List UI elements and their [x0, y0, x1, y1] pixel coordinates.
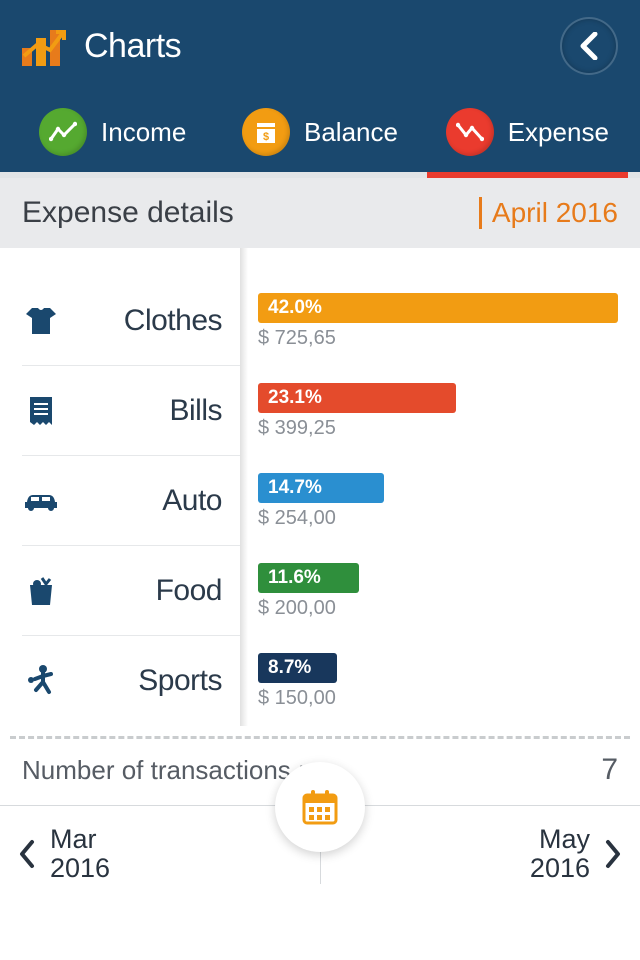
subheader: Expense details April 2016	[0, 178, 640, 248]
chevron-left-icon	[579, 32, 599, 60]
amount: $ 254,00	[258, 507, 618, 530]
tab-label: Expense	[508, 117, 609, 148]
expense-icon	[446, 108, 494, 156]
list-item[interactable]: Sports 8.7% $ 150,00	[0, 636, 640, 726]
income-icon	[39, 108, 87, 156]
chevron-left-icon	[18, 839, 36, 869]
tab-label: Balance	[304, 117, 398, 148]
list-item[interactable]: Food 11.6% $ 200,00	[0, 546, 640, 636]
tab-balance[interactable]: $ Balance	[219, 92, 420, 172]
category-name: Sports	[138, 664, 222, 698]
chevron-right-icon	[604, 839, 622, 869]
back-button[interactable]	[560, 17, 618, 75]
prev-month: Mar	[50, 825, 110, 853]
shirt-icon	[22, 306, 60, 336]
svg-text:$: $	[263, 131, 269, 143]
category-name: Clothes	[124, 304, 222, 338]
next-month: May	[530, 825, 590, 853]
next-year: 2016	[530, 854, 590, 882]
next-month-button[interactable]: May 2016	[321, 825, 623, 882]
month-nav: Mar 2016 May 2016	[0, 805, 640, 901]
category-name: Auto	[162, 484, 222, 518]
bar: 11.6%	[258, 563, 359, 593]
header: Charts	[0, 0, 640, 92]
transactions-count: 7	[601, 753, 618, 787]
calendar-icon	[299, 786, 341, 828]
bar: 8.7%	[258, 653, 337, 683]
amount: $ 725,65	[258, 327, 618, 350]
prev-month-button[interactable]: Mar 2016	[18, 825, 320, 882]
receipt-icon	[22, 395, 60, 427]
groceries-icon	[22, 575, 60, 607]
tab-expense[interactable]: Expense	[427, 92, 628, 172]
expense-list: Clothes 42.0% $ 725,65 Bills 23.1% $ 399…	[0, 248, 640, 726]
page-title: Charts	[84, 27, 542, 66]
calendar-button[interactable]	[275, 762, 365, 852]
period-label[interactable]: April 2016	[479, 197, 618, 229]
category-name: Bills	[169, 394, 222, 428]
tab-income[interactable]: Income	[12, 92, 213, 172]
amount: $ 200,00	[258, 597, 618, 620]
tab-label: Income	[101, 117, 186, 148]
bar: 42.0%	[258, 293, 618, 323]
subheader-title: Expense details	[22, 196, 479, 230]
amount: $ 150,00	[258, 687, 618, 710]
app-icon	[22, 26, 66, 66]
list-item[interactable]: Bills 23.1% $ 399,25	[0, 366, 640, 456]
bar: 14.7%	[258, 473, 384, 503]
amount: $ 399,25	[258, 417, 618, 440]
bar: 23.1%	[258, 383, 456, 413]
prev-year: 2016	[50, 854, 110, 882]
car-icon	[22, 490, 60, 512]
tabs: Income $ Balance Expense	[0, 92, 640, 178]
list-item[interactable]: Auto 14.7% $ 254,00	[0, 456, 640, 546]
sports-icon	[22, 664, 60, 698]
list-item[interactable]: Clothes 42.0% $ 725,65	[0, 276, 640, 366]
balance-icon: $	[242, 108, 290, 156]
category-name: Food	[156, 574, 222, 608]
